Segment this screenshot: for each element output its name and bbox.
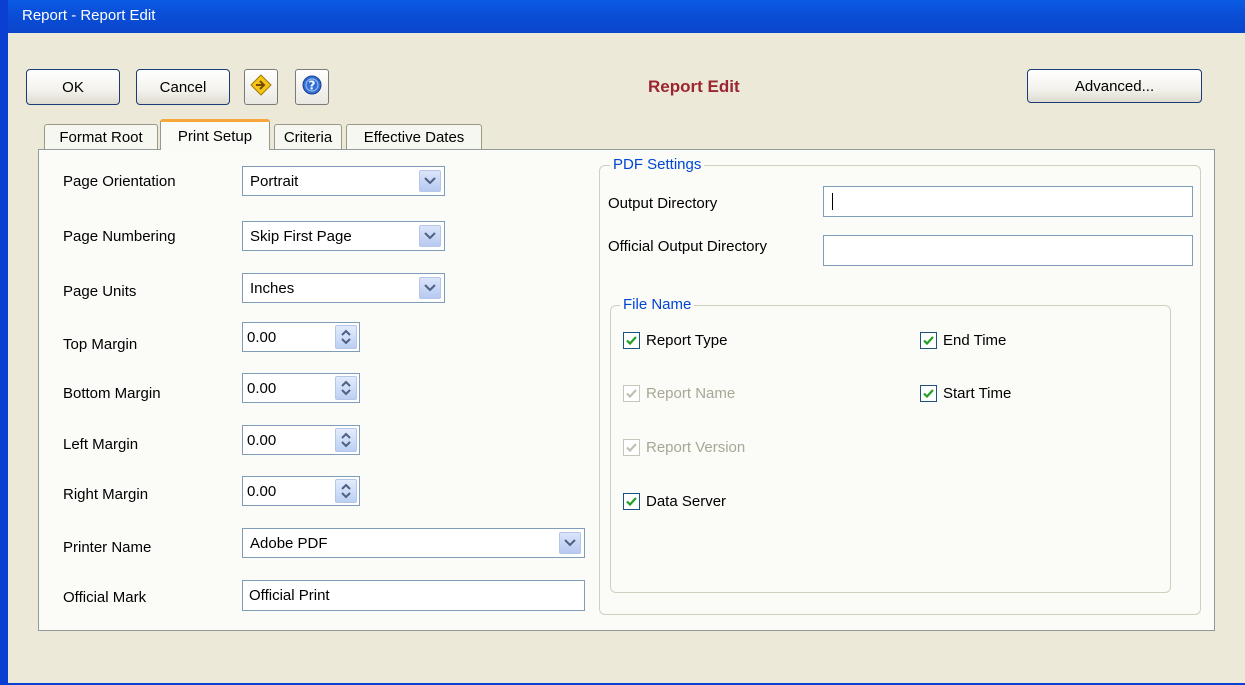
official-mark-input[interactable]: Official Print	[242, 580, 585, 611]
output-directory-input[interactable]	[823, 186, 1193, 217]
report-type-label: Report Type	[646, 332, 728, 349]
end-time-checkbox[interactable]	[920, 332, 937, 349]
page-numbering-select[interactable]: Skip First Page	[242, 221, 445, 251]
chevron-down-icon[interactable]	[419, 277, 441, 299]
top-margin-label: Top Margin	[63, 336, 138, 353]
right-margin-label: Right Margin	[63, 486, 149, 503]
window-frame	[0, 0, 8, 685]
help-icon: ?	[302, 75, 322, 99]
page-units-value: Inches	[250, 279, 295, 297]
end-time-label: End Time	[943, 332, 1007, 349]
printer-name-value: Adobe PDF	[250, 534, 328, 552]
tab-format-root[interactable]: Format Root	[44, 124, 158, 150]
top-margin-value: 0.00	[247, 328, 277, 346]
official-mark-label: Official Mark	[63, 589, 147, 606]
left-margin-value: 0.00	[247, 431, 277, 449]
left-margin-label: Left Margin	[63, 436, 139, 453]
report-version-checkbox-row: Report Version	[623, 439, 745, 456]
advanced-button[interactable]: Advanced...	[1027, 69, 1202, 103]
tab-effective-dates[interactable]: Effective Dates	[346, 124, 482, 150]
validate-button[interactable]	[244, 69, 278, 105]
spin-arrows-icon[interactable]	[335, 376, 357, 400]
data-server-checkbox-row[interactable]: Data Server	[623, 493, 726, 510]
ok-button[interactable]: OK	[26, 69, 120, 105]
end-time-checkbox-row[interactable]: End Time	[920, 332, 1006, 349]
output-directory-label: Output Directory	[608, 195, 718, 212]
page-units-select[interactable]: Inches	[242, 273, 445, 303]
spin-arrows-icon[interactable]	[335, 428, 357, 452]
official-output-directory-label: Official Output Directory	[608, 238, 767, 255]
page-numbering-value: Skip First Page	[250, 227, 352, 245]
bottom-margin-value: 0.00	[247, 379, 277, 397]
printer-name-select[interactable]: Adobe PDF	[242, 528, 585, 558]
data-server-checkbox[interactable]	[623, 493, 640, 510]
official-output-directory-input[interactable]	[823, 235, 1193, 266]
title-bar[interactable]: Report - Report Edit	[8, 0, 1245, 33]
report-version-label: Report Version	[646, 439, 746, 456]
start-time-checkbox[interactable]	[920, 385, 937, 402]
form-title: Report Edit	[648, 77, 740, 96]
diamond-arrow-icon	[250, 74, 272, 100]
start-time-label: Start Time	[943, 385, 1012, 402]
report-version-checkbox	[623, 439, 640, 456]
page-orientation-label: Page Orientation	[63, 173, 176, 190]
page-orientation-select[interactable]: Portrait	[242, 166, 445, 196]
report-type-checkbox[interactable]	[623, 332, 640, 349]
report-name-checkbox-row: Report Name	[623, 385, 735, 402]
right-margin-spinner[interactable]: 0.00	[242, 476, 360, 506]
tab-criteria[interactable]: Criteria	[274, 124, 342, 150]
cancel-button[interactable]: Cancel	[136, 69, 230, 105]
tab-print-setup[interactable]: Print Setup	[160, 119, 270, 150]
file-name-legend: File Name	[620, 296, 695, 313]
window-title: Report - Report Edit	[22, 7, 156, 24]
chevron-down-icon[interactable]	[419, 225, 441, 247]
help-button[interactable]: ?	[295, 69, 329, 105]
top-margin-spinner[interactable]: 0.00	[242, 322, 360, 352]
official-mark-value: Official Print	[249, 587, 330, 604]
spin-arrows-icon[interactable]	[335, 325, 357, 349]
right-margin-value: 0.00	[247, 482, 277, 500]
page-orientation-value: Portrait	[250, 172, 299, 190]
page-numbering-label: Page Numbering	[63, 228, 176, 245]
text-cursor	[832, 193, 833, 210]
pdf-settings-legend: PDF Settings	[610, 156, 705, 173]
report-name-label: Report Name	[646, 385, 736, 402]
chevron-down-icon[interactable]	[559, 532, 581, 554]
printer-name-label: Printer Name	[63, 539, 152, 556]
bottom-margin-label: Bottom Margin	[63, 385, 161, 402]
page-units-label: Page Units	[63, 283, 137, 300]
svg-text:?: ?	[309, 79, 316, 93]
chevron-down-icon[interactable]	[419, 170, 441, 192]
spin-arrows-icon[interactable]	[335, 479, 357, 503]
bottom-margin-spinner[interactable]: 0.00	[242, 373, 360, 403]
data-server-label: Data Server	[646, 493, 727, 510]
report-name-checkbox	[623, 385, 640, 402]
report-type-checkbox-row[interactable]: Report Type	[623, 332, 727, 349]
left-margin-spinner[interactable]: 0.00	[242, 425, 360, 455]
start-time-checkbox-row[interactable]: Start Time	[920, 385, 1011, 402]
